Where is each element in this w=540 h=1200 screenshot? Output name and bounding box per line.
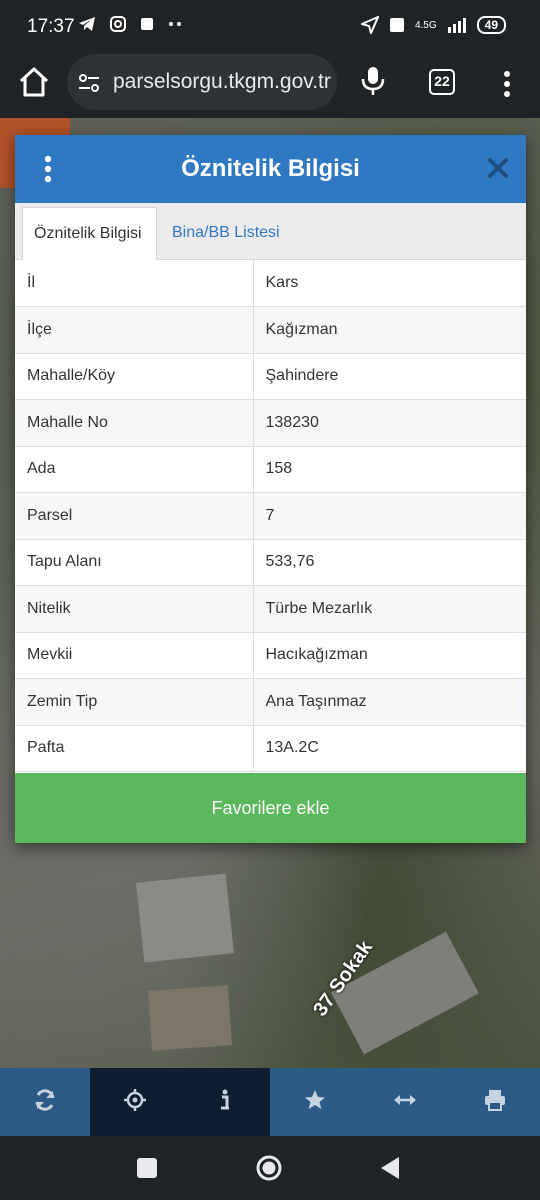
dialog-tabs: Öznitelik Bilgisi Bina/BB Listesi	[15, 203, 526, 260]
locate-icon	[124, 1089, 146, 1111]
attribute-key: İlçe	[15, 306, 254, 354]
dialog-title: Öznitelik Bilgisi	[181, 155, 360, 182]
table-row: Mahalle No 138230	[15, 399, 526, 447]
favorites-button[interactable]	[270, 1068, 360, 1136]
info-button[interactable]	[180, 1068, 270, 1136]
signal-icon	[447, 18, 466, 33]
recents-icon[interactable]	[133, 1154, 161, 1182]
instagram-icon	[110, 16, 126, 32]
attribute-key: Pafta	[15, 725, 254, 772]
map-toolbar	[0, 1068, 540, 1136]
microphone-icon[interactable]	[360, 66, 386, 96]
attribute-value: 158	[253, 446, 526, 493]
dialog-header: Öznitelik Bilgisi	[15, 135, 526, 203]
tab-building-list[interactable]: Bina/BB Listesi	[161, 207, 291, 260]
map-building	[148, 985, 232, 1051]
add-to-favorites-button[interactable]: Favorilere ekle	[15, 773, 526, 843]
refresh-icon	[35, 1089, 55, 1111]
clock: 17:37	[27, 16, 75, 37]
attribute-key: Nitelik	[15, 585, 254, 633]
tab-attribute-info[interactable]: Öznitelik Bilgisi	[22, 207, 157, 260]
address-bar[interactable]: parselsorgu.tkgm.gov.tr	[67, 54, 337, 110]
attribute-key: Parsel	[15, 492, 254, 540]
browser-toolbar: parselsorgu.tkgm.gov.tr 22	[0, 52, 540, 118]
notification-icon	[141, 18, 153, 30]
table-row: Zemin Tip Ana Taşınmaz	[15, 678, 526, 726]
more-notifications-icon	[169, 22, 181, 26]
telegram-icon	[79, 17, 95, 31]
table-row: Nitelik Türbe Mezarlık	[15, 585, 526, 633]
attribute-key: Mahalle No	[15, 399, 254, 447]
location-icon	[360, 16, 379, 34]
measure-button[interactable]	[360, 1068, 450, 1136]
home-nav-icon[interactable]	[255, 1154, 283, 1182]
table-row: Mahalle/Köy Şahindere	[15, 353, 526, 400]
url-text: parselsorgu.tkgm.gov.tr	[113, 70, 331, 93]
table-row: Mevkii Hacıkağızman	[15, 632, 526, 679]
attribute-key: Mahalle/Köy	[15, 353, 254, 400]
table-row: İlçe Kağızman	[15, 306, 526, 354]
attribute-value: Kağızman	[253, 306, 526, 354]
print-icon	[485, 1090, 505, 1111]
browser-menu-icon[interactable]	[497, 69, 517, 99]
attribute-value: Kars	[253, 260, 526, 307]
network-type: 4.5G	[414, 19, 437, 31]
table-row: Pafta 13A.2C	[15, 725, 526, 772]
table-row: Tapu Alanı 533,76	[15, 539, 526, 586]
map-building	[136, 873, 234, 963]
info-icon	[221, 1089, 229, 1110]
refresh-button[interactable]	[0, 1068, 90, 1136]
back-icon[interactable]	[377, 1154, 405, 1182]
attribute-value: 533,76	[253, 539, 526, 586]
locate-button[interactable]	[90, 1068, 180, 1136]
attribute-key: İl	[15, 260, 254, 307]
attribute-key: Mevkii	[15, 632, 254, 679]
attribute-value: Şahindere	[253, 353, 526, 400]
attribute-value: 13A.2C	[253, 725, 526, 772]
attribute-dialog: Öznitelik Bilgisi Öznitelik Bilgisi Bina…	[15, 135, 526, 843]
attribute-value: Türbe Mezarlık	[253, 585, 526, 633]
attribute-value: 138230	[253, 399, 526, 447]
status-bar: 17:37 4.5G 49	[0, 0, 540, 52]
attribute-value: Ana Taşınmaz	[253, 678, 526, 726]
site-settings-icon[interactable]	[77, 71, 101, 95]
tab-switcher-button[interactable]: 22	[429, 69, 455, 95]
home-icon[interactable]	[16, 64, 52, 100]
attribute-key: Tapu Alanı	[15, 539, 254, 586]
attribute-key: Zemin Tip	[15, 678, 254, 726]
attribute-key: Ada	[15, 446, 254, 493]
battery-indicator: 49	[476, 16, 506, 34]
attribute-table: İl Kars İlçe Kağızman Mahalle/Köy Şahindere Ma…	[15, 260, 526, 772]
system-navigation-bar	[0, 1136, 540, 1200]
attribute-value: 7	[253, 492, 526, 540]
close-icon[interactable]	[487, 157, 509, 179]
measure-icon	[394, 1095, 416, 1105]
volte-icon	[389, 18, 404, 32]
star-icon	[305, 1090, 325, 1109]
table-row: Parsel 7	[15, 492, 526, 540]
attribute-value: Hacıkağızman	[253, 632, 526, 679]
table-row: Ada 158	[15, 446, 526, 493]
table-row: İl Kars	[15, 260, 526, 307]
print-button[interactable]	[450, 1068, 540, 1136]
